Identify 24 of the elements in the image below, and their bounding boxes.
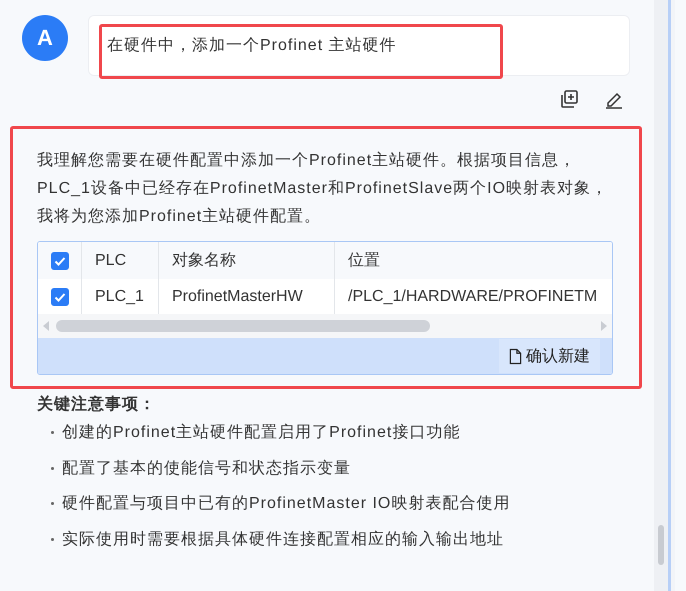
note-item: 硬件配置与项目中已有的ProfinetMaster IO映射表配合使用 — [62, 494, 510, 514]
note-item: 创建的Profinet主站硬件配置启用了Profinet接口功能 — [62, 422, 460, 444]
copy-icon[interactable] — [559, 89, 579, 109]
table-cell: ProfinetMasterHW — [172, 288, 303, 306]
note-item: 实际使用时需要根据具体硬件连接配置相应的输入输出地址 — [62, 530, 504, 550]
bullet-icon — [51, 466, 54, 470]
select-all-checkbox[interactable] — [51, 252, 69, 270]
column-header: 位置 — [348, 251, 380, 271]
confirm-button[interactable]: 确认新建 — [499, 339, 600, 373]
row-checkbox[interactable] — [51, 288, 69, 306]
user-avatar: A — [22, 15, 68, 61]
column-header: PLC — [95, 252, 126, 270]
table-cell: PLC_1 — [95, 288, 144, 306]
document-icon — [509, 348, 522, 364]
vertical-scrollbar[interactable] — [654, 0, 668, 591]
response-text: 我理解您需要在硬件配置中添加一个Profinet主站硬件。根据项目信息，PLC_1设备中已经存在ProfinetMaster和ProfinetSlave两个IO映射表对象，我将为您添加Profinet主站硬件配置。 — [37, 150, 610, 227]
note-item: 配置了基本的使能信号和状态指示变量 — [62, 458, 351, 479]
column-header: 对象名称 — [172, 250, 236, 271]
bullet-icon — [51, 502, 54, 506]
user-message: 在硬件中，添加一个Profinet 主站硬件 — [107, 36, 397, 56]
table-cell: /PLC_1/HARDWARE/PROFINETM — [348, 288, 598, 306]
bullet-icon — [51, 431, 54, 434]
bullet-icon — [51, 538, 54, 541]
notes-title: 关键注意事项： — [37, 395, 157, 415]
